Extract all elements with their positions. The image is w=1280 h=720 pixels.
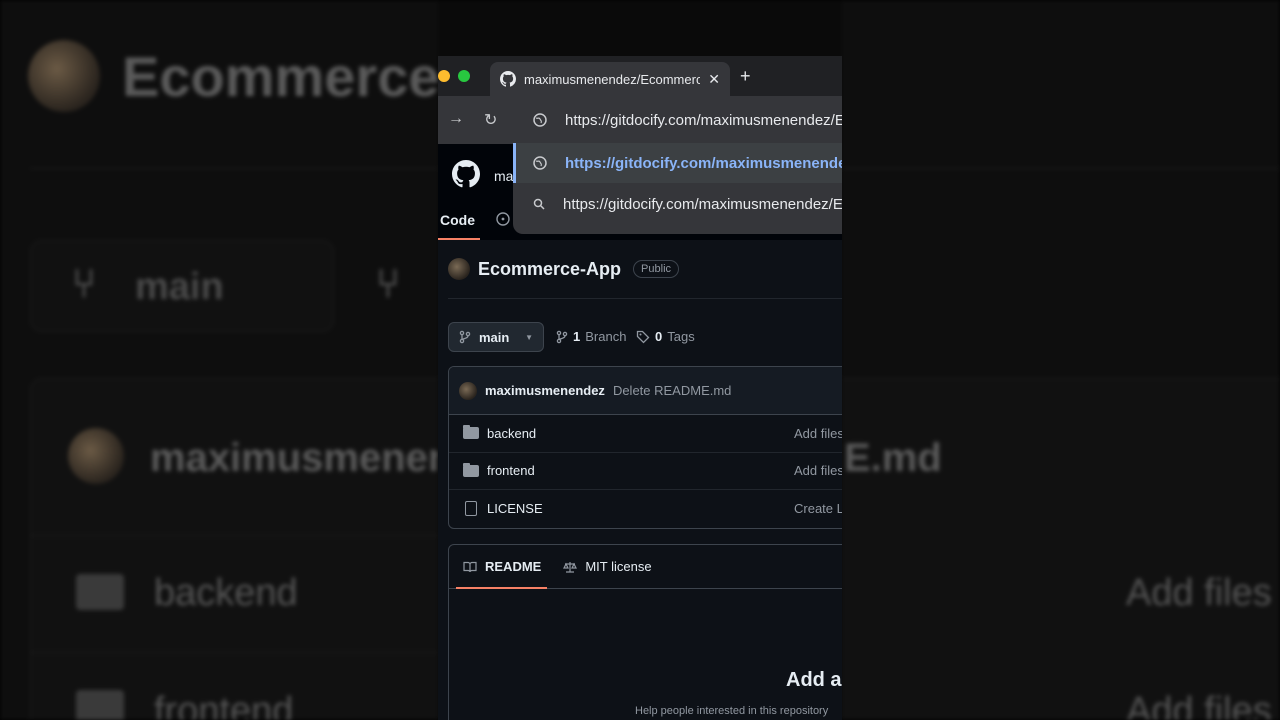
readme-subtext: Help people interested in this repositor…	[635, 705, 829, 717]
background-branch: main	[135, 266, 224, 308]
github-logo-icon[interactable]	[452, 160, 480, 188]
tag-count: 0	[655, 329, 663, 344]
tab-code[interactable]: Code	[440, 212, 475, 228]
globe-icon	[533, 156, 547, 170]
readme-panel: README MIT license Add a Help people int…	[448, 544, 842, 720]
list-item[interactable]: backend Add files	[449, 415, 842, 453]
list-item[interactable]: frontend Add files	[449, 453, 842, 490]
omnibox-search-text: https://gitdocify.com/maximusmenendez/Ec…	[563, 195, 842, 213]
background-commit-user: maximusmenendez	[150, 436, 438, 480]
commit-author[interactable]: maximusmenendez	[485, 383, 605, 398]
tab-readme-label: README	[485, 559, 542, 574]
tab-license[interactable]: MIT license	[563, 559, 652, 574]
background-commit-avatar	[68, 428, 124, 484]
tab-readme[interactable]: README	[463, 559, 541, 574]
omnibox-dropdown: https://gitdocify.com/maximusmenendez/Ec…	[513, 96, 842, 234]
file-name[interactable]: backend	[487, 426, 536, 441]
background-title: Ecommerce	[122, 45, 438, 108]
omnibox-suggestion-text: https://gitdocify.com/maximusmenendez/Ec…	[565, 154, 842, 172]
background-row-divider-2	[30, 652, 438, 653]
file-commit-message[interactable]: Create L	[794, 501, 842, 516]
divider	[448, 298, 842, 299]
background-right-panel: E.md Add files Add files	[842, 0, 1280, 720]
globe-icon	[533, 113, 547, 127]
github-favicon-icon	[500, 71, 516, 87]
background-divider-right	[842, 168, 1280, 169]
background-row-backend: backend	[154, 572, 298, 614]
background-commit-suffix: E.md	[844, 436, 942, 480]
folder-icon	[463, 425, 479, 440]
branch-label: Branch	[585, 329, 627, 344]
book-icon	[463, 561, 477, 572]
commit-message[interactable]: Delete README.md	[613, 383, 731, 398]
folder-icon	[463, 462, 479, 477]
tag-label: Tags	[667, 329, 695, 344]
omnibox-text: https://gitdocify.com/maximusmenendez/Ec…	[565, 111, 842, 129]
forward-arrow-icon[interactable]: →	[448, 110, 464, 128]
background-files-box-right	[842, 378, 1280, 720]
branch-icon	[556, 330, 568, 343]
background-branch-icon: ⑂	[72, 262, 96, 306]
browser-tab[interactable]: maximusmenendez/Ecommerce-App ✕	[490, 62, 730, 96]
readme-tabs: README MIT license	[449, 545, 842, 589]
repo-name[interactable]: Ecommerce-App	[478, 259, 621, 280]
background-row-divider	[30, 535, 438, 536]
file-icon	[465, 501, 477, 517]
background-branch-icon-2: ⑂	[376, 262, 400, 306]
tag-icon	[636, 330, 650, 343]
tab-readme-underline	[456, 587, 547, 589]
readme-heading: Add a	[786, 669, 842, 691]
law-icon	[563, 561, 578, 573]
background-row-action-2: Add files	[1126, 690, 1272, 720]
tags-link[interactable]: 0 Tags	[636, 329, 695, 344]
avatar[interactable]	[459, 381, 477, 400]
search-icon	[533, 198, 545, 210]
visibility-badge: Public	[633, 260, 680, 278]
browser-window: maximusmenendez/Ecommerce-App ✕ + → ↻ ht…	[438, 56, 842, 720]
repo-content: Ecommerce-App Public main ▼ 1 Branch 0 T…	[438, 240, 842, 720]
close-tab-icon[interactable]: ✕	[708, 71, 720, 88]
file-name[interactable]: LICENSE	[487, 501, 543, 516]
branch-count: 1	[573, 329, 581, 344]
maximize-button[interactable]	[458, 70, 470, 82]
issues-icon[interactable]	[496, 212, 510, 226]
file-name[interactable]: frontend	[487, 463, 535, 478]
tab-license-label: MIT license	[585, 559, 652, 574]
minimize-button[interactable]	[438, 70, 450, 82]
file-list: maximusmenendez Delete README.md backend…	[448, 366, 842, 529]
background-folder-icon-2	[76, 690, 124, 720]
branch-name: main	[479, 329, 510, 345]
repo-title-row: Ecommerce-App Public	[448, 258, 680, 280]
tab-title: maximusmenendez/Ecommerce-App	[524, 71, 701, 87]
file-commit-message[interactable]: Add files	[794, 463, 842, 478]
branch-select-button[interactable]: main ▼	[448, 322, 544, 352]
breadcrumb-user[interactable]: ma	[494, 168, 513, 184]
tab-bar: maximusmenendez/Ecommerce-App ✕ +	[438, 56, 842, 96]
background-row-frontend: frontend	[154, 690, 294, 720]
branch-icon	[459, 330, 471, 344]
background-folder-icon	[76, 574, 124, 610]
omnibox-input[interactable]: https://gitdocify.com/maximusmenendez/Ec…	[513, 100, 842, 140]
omnibox-suggestion-selected[interactable]: https://gitdocify.com/maximusmenendez/Ec…	[513, 143, 842, 183]
avatar[interactable]	[448, 258, 470, 280]
list-item[interactable]: LICENSE Create L	[449, 490, 842, 528]
background-left-panel: Ecommerce main ⑂ ⑂ maximusmenendez backe…	[0, 0, 438, 720]
background-divider	[30, 168, 438, 169]
new-tab-icon[interactable]: +	[740, 66, 751, 87]
background-row-action: Add files	[1126, 572, 1272, 614]
omnibox-suggestion-search[interactable]: https://gitdocify.com/maximusmenendez/Ec…	[513, 184, 842, 224]
background-avatar	[28, 40, 100, 112]
branches-link[interactable]: 1 Branch	[556, 329, 626, 344]
reload-icon[interactable]: ↻	[484, 110, 497, 130]
file-commit-message[interactable]: Add files	[794, 426, 842, 441]
caret-down-icon: ▼	[525, 332, 533, 342]
latest-commit-row: maximusmenendez Delete README.md	[449, 367, 842, 415]
